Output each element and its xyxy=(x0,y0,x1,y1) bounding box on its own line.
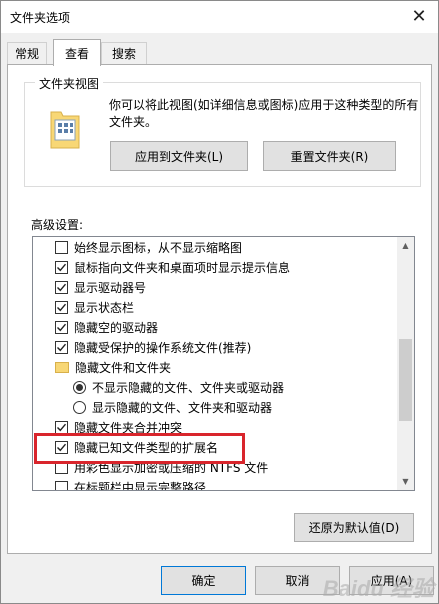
scroll-up-icon[interactable]: ▲ xyxy=(397,237,414,254)
checkmark-icon xyxy=(57,303,67,311)
list-item[interactable]: 显示状态栏 xyxy=(33,297,395,317)
list-item[interactable]: 隐藏空的驱动器 xyxy=(33,317,395,337)
checkbox[interactable] xyxy=(55,340,68,354)
list-item[interactable]: 鼠标指向文件夹和桌面项时显示提示信息 xyxy=(33,257,395,277)
scrollbar-thumb[interactable] xyxy=(399,339,412,421)
folder-view-description: 你可以将此视图(如详细信息或图标)应用于这种类型的所有文件夹。 xyxy=(109,98,419,129)
checkbox[interactable] xyxy=(55,260,68,274)
list-item-label: 显示驱动器号 xyxy=(74,280,147,295)
checkbox[interactable] xyxy=(55,320,68,334)
checkmark-icon xyxy=(57,323,67,331)
tab-view[interactable]: 查看 xyxy=(53,39,101,66)
ok-button[interactable]: 确定 xyxy=(161,566,246,595)
list-item-label: 在标题栏中显示完整路径 xyxy=(74,480,207,491)
folder-icon xyxy=(55,361,69,373)
list-item-label: 始终显示图标，从不显示缩略图 xyxy=(74,240,243,255)
advanced-settings-label: 高级设置: xyxy=(31,218,84,232)
list-item[interactable]: 显示隐藏的文件、文件夹和驱动器 xyxy=(33,397,395,417)
window-title: 文件夹选项 xyxy=(10,11,71,25)
reset-folders-button[interactable]: 重置文件夹(R) xyxy=(263,141,396,171)
list-item-label: 显示隐藏的文件、文件夹和驱动器 xyxy=(92,400,273,415)
list-item-label: 隐藏文件和文件夹 xyxy=(75,360,172,375)
checkbox[interactable] xyxy=(55,480,68,490)
tab-search[interactable]: 搜索 xyxy=(101,42,147,64)
list-item[interactable]: 不显示隐藏的文件、文件夹或驱动器 xyxy=(33,377,395,397)
list-item-label: 鼠标指向文件夹和桌面项时显示提示信息 xyxy=(74,260,291,275)
folder-options-dialog: 文件夹选项 ✕ 常规 查看 搜索 文件夹视图 你可以将此视图(如详细信息或图标)… xyxy=(0,0,439,604)
checkmark-icon xyxy=(57,343,67,351)
radio-button[interactable] xyxy=(73,400,86,414)
checkmark-icon xyxy=(57,423,67,431)
watermark: Baidu 经验 xyxy=(322,576,434,601)
list-item-label: 不显示隐藏的文件、文件夹或驱动器 xyxy=(92,380,285,395)
apply-to-folders-button[interactable]: 应用到文件夹(L) xyxy=(110,141,248,171)
list-item: 隐藏文件和文件夹 xyxy=(33,357,395,377)
checkbox[interactable] xyxy=(55,240,68,254)
radio-selected-dot xyxy=(76,383,83,391)
list-item-label: 隐藏受保护的操作系统文件(推荐) xyxy=(74,340,252,355)
highlight-annotation xyxy=(34,433,245,464)
close-icon[interactable]: ✕ xyxy=(402,1,436,31)
folder-view-icon xyxy=(50,111,80,149)
list-item-label: 显示状态栏 xyxy=(74,300,135,315)
list-item[interactable]: 始终显示图标，从不显示缩略图 xyxy=(33,237,395,257)
folder-view-title: 文件夹视图 xyxy=(35,75,104,92)
restore-defaults-button[interactable]: 还原为默认值(D) xyxy=(294,513,414,542)
checkmark-icon xyxy=(57,283,67,291)
checkmark-icon xyxy=(57,263,67,271)
list-item[interactable]: 在标题栏中显示完整路径 xyxy=(33,477,395,491)
checkbox[interactable] xyxy=(55,420,68,434)
radio-button[interactable] xyxy=(73,380,86,394)
list-item[interactable]: 显示驱动器号 xyxy=(33,277,395,297)
checkbox[interactable] xyxy=(55,280,68,294)
checkbox[interactable] xyxy=(55,300,68,314)
list-item-label: 隐藏空的驱动器 xyxy=(74,320,159,335)
title-bar: 文件夹选项 ✕ xyxy=(1,1,438,33)
list-item[interactable]: 隐藏受保护的操作系统文件(推荐) xyxy=(33,337,395,357)
tab-general[interactable]: 常规 xyxy=(7,42,47,64)
vertical-scrollbar[interactable]: ▲ ▼ xyxy=(397,237,414,490)
scroll-down-icon[interactable]: ▼ xyxy=(397,473,414,490)
